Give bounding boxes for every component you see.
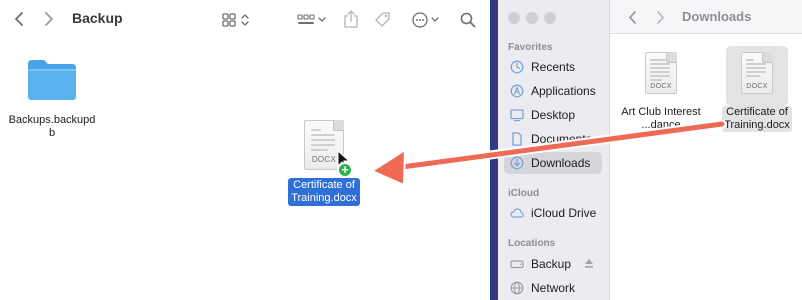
sidebar-item-backup[interactable]: Backup (504, 253, 602, 275)
chevron-right-icon (656, 10, 664, 24)
chevron-left-icon (628, 10, 636, 24)
file-item-art-club[interactable]: DOCX Art Club Interest ...dance (616, 52, 706, 132)
backup-toolbar: Backup (0, 0, 490, 40)
window-title: Downloads (682, 9, 752, 24)
copy-plus-badge-icon: + (337, 162, 353, 178)
sidebar-item-icloud-drive[interactable]: iCloud Drive (504, 202, 602, 224)
search-button[interactable] (457, 9, 479, 31)
docx-file-icon: DOCX + (304, 120, 353, 178)
folder-label-line-2: b (48, 127, 56, 139)
sidebar-item-label: Recents (531, 60, 576, 74)
chevron-right-icon (45, 12, 53, 26)
folder-item-backups[interactable]: Backups.backupd b (8, 58, 96, 140)
dragged-file-certificate[interactable]: DOCX + Certificate of Training.docx (286, 120, 362, 206)
sidebar-item-label: Documents (531, 132, 592, 146)
file-label: Art Club Interest ...dance (621, 106, 700, 132)
forward-button[interactable] (652, 8, 668, 26)
close-window-button[interactable] (508, 12, 520, 24)
sidebar-item-applications[interactable]: Applications (504, 80, 602, 102)
file-extension-label: DOCX (650, 83, 672, 90)
sidebar-item-label: Downloads (531, 156, 591, 170)
file-label-line-2: ...dance (641, 119, 681, 131)
group-button[interactable] (296, 10, 328, 30)
applications-icon (510, 84, 524, 98)
sidebar-item-label: Backup (531, 257, 572, 271)
folder-label: Backups.backupd b (9, 114, 96, 140)
folder-label-line-1: Backups.backupd (8, 114, 96, 126)
file-item-certificate[interactable]: DOCX Certificate of Training.docx (716, 52, 798, 132)
share-icon (344, 10, 358, 28)
sidebar-item-label: Network (531, 281, 576, 295)
document-icon (510, 132, 524, 146)
tag-icon (375, 12, 390, 27)
search-icon (460, 12, 476, 28)
sidebar-section-locations: Locations (508, 238, 556, 249)
docx-file-icon: DOCX (645, 52, 677, 94)
file-label-line-1: Art Club Interest (621, 106, 701, 118)
disk-icon (510, 257, 524, 271)
icon-grid-view-icon (222, 13, 249, 27)
sidebar-item-label: Desktop (531, 108, 576, 122)
ellipsis-circle-icon (412, 12, 439, 28)
sidebar-section-icloud: iCloud (508, 188, 540, 199)
eject-icon[interactable] (584, 258, 594, 269)
zoom-window-button[interactable] (544, 12, 556, 24)
file-label-line-1: Certificate of (726, 106, 788, 118)
downloads-content: Downloads DOCX Art Club Interest ...danc… (610, 0, 802, 300)
sidebar-item-documents[interactable]: Documents (504, 128, 602, 150)
clock-icon (510, 60, 524, 74)
sidebar-item-label: Applications (531, 84, 596, 98)
chevron-left-icon (15, 12, 23, 26)
sidebar-item-network[interactable]: Network (504, 277, 602, 299)
downloads-window: Favorites Recents Applications Desktop D… (498, 0, 802, 300)
share-button[interactable] (340, 8, 362, 30)
file-label: Certificate of Training.docx (722, 106, 792, 132)
finder-sidebar: Favorites Recents Applications Desktop D… (498, 0, 610, 300)
file-label-line-2: Training.docx (724, 119, 790, 131)
backup-window: Backup Backups.backupd b DOCX + Certific… (0, 0, 490, 300)
tags-button[interactable] (372, 9, 394, 31)
docx-file-icon: DOCX (741, 52, 773, 94)
back-button[interactable] (10, 10, 28, 28)
sidebar-section-favorites: Favorites (508, 42, 553, 53)
dragged-file-label-line-2: Training.docx (291, 192, 357, 204)
folder-icon (28, 60, 76, 100)
back-button[interactable] (624, 8, 640, 26)
desktop-icon (510, 108, 524, 122)
dragged-file-label-line-1: Certificate of (293, 179, 355, 191)
downloads-toolbar: Downloads (610, 0, 802, 34)
sidebar-item-label: iCloud Drive (531, 206, 597, 220)
desktop-wallpaper-strip (490, 0, 498, 300)
cloud-icon (510, 206, 524, 220)
sidebar-item-desktop[interactable]: Desktop (504, 104, 602, 126)
file-extension-label: DOCX (746, 83, 768, 90)
sidebar-item-downloads[interactable]: Downloads (504, 152, 602, 174)
globe-icon (510, 281, 524, 295)
download-icon (510, 156, 524, 170)
view-mode-button[interactable] (220, 10, 252, 30)
more-actions-button[interactable] (410, 9, 442, 31)
minimize-window-button[interactable] (526, 12, 538, 24)
sidebar-item-recents[interactable]: Recents (504, 56, 602, 78)
dragged-file-label: Certificate of Training.docx (288, 178, 360, 206)
window-title: Backup (72, 10, 123, 26)
group-by-icon (297, 14, 326, 24)
forward-button[interactable] (40, 10, 58, 28)
